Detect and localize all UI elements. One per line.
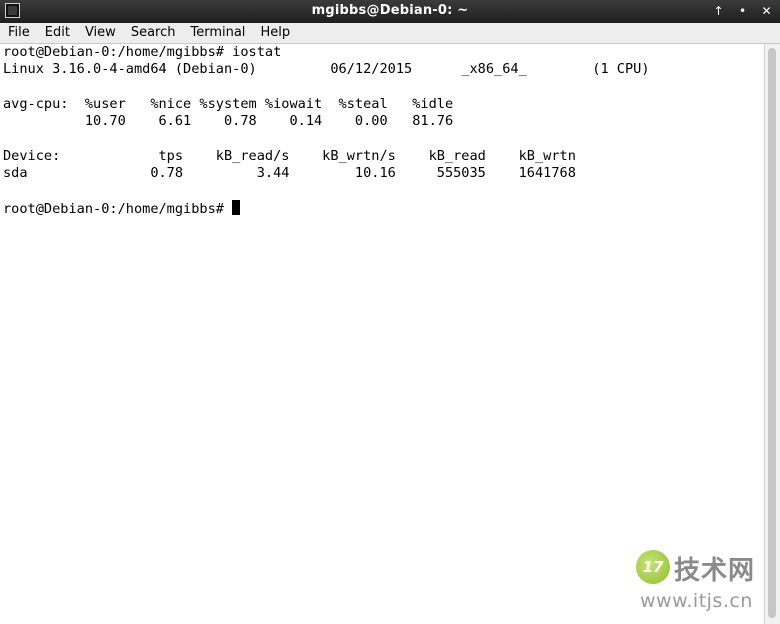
watermark-logo: 17 — [636, 550, 670, 584]
watermark-url: www.itjs.cn — [640, 590, 753, 612]
arrow-up-icon[interactable]: ↑ — [711, 2, 726, 20]
maximize-button[interactable]: • — [735, 2, 750, 20]
terminal-line-cpu-header: avg-cpu: %user %nice %system %iowait %st… — [3, 96, 454, 112]
menu-file[interactable]: File — [0, 23, 37, 43]
menu-view[interactable]: View — [77, 23, 123, 43]
text-cursor — [232, 200, 241, 215]
window-controls: ↑ • ✕ — [711, 2, 774, 20]
terminal-scrollbar[interactable] — [764, 44, 780, 624]
terminal-line-device-header: Device: tps kB_read/s kB_wrtn/s kB_read … — [3, 148, 576, 164]
terminal-output[interactable]: root@Debian-0:/home/mgibbs# iostat Linux… — [0, 44, 764, 624]
scrollbar-thumb[interactable] — [768, 48, 776, 618]
prompt-text: root@Debian-0:/home/mgibbs# — [3, 201, 233, 217]
menu-search[interactable]: Search — [123, 23, 183, 43]
window-titlebar[interactable]: mgibbs@Debian-0: ~ ↑ • ✕ — [0, 0, 780, 23]
terminal-line-device-sda: sda 0.78 3.44 10.16 555035 1641768 — [3, 165, 576, 181]
menu-terminal[interactable]: Terminal — [182, 23, 252, 43]
terminal-line-system-info: Linux 3.16.0-4-amd64 (Debian-0) 06/12/20… — [3, 61, 650, 77]
menu-edit[interactable]: Edit — [37, 23, 77, 43]
close-button[interactable]: ✕ — [759, 2, 774, 20]
menu-help[interactable]: Help — [252, 23, 297, 43]
terminal-line-cpu-values: 10.70 6.61 0.78 0.14 0.00 81.76 — [3, 113, 454, 129]
window-title: mgibbs@Debian-0: ~ — [311, 3, 469, 18]
terminal-line-command: root@Debian-0:/home/mgibbs# iostat — [3, 44, 282, 60]
watermark-text: 技术网 — [674, 556, 756, 586]
watermark: 17 技术网 www.itjs.cn — [636, 548, 764, 618]
terminal-line-prompt[interactable]: root@Debian-0:/home/mgibbs# — [3, 200, 241, 217]
menu-bar: File Edit View Search Terminal Help — [0, 23, 780, 44]
